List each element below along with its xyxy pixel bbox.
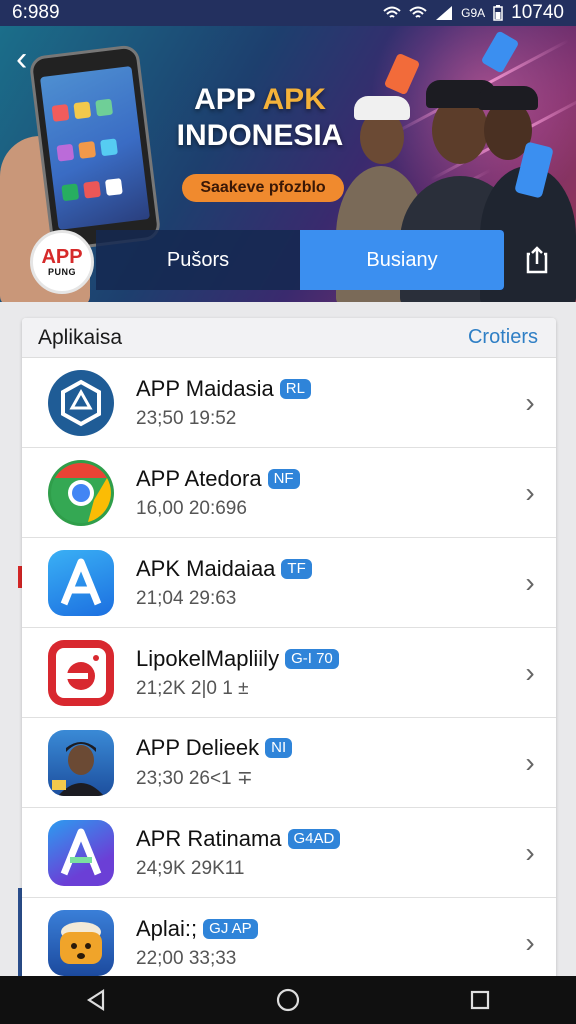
red-camera-icon: [48, 639, 114, 706]
app-logo: APP PUNG: [30, 230, 94, 294]
wifi-icon: [409, 6, 427, 18]
gradient-a-icon: [48, 819, 114, 886]
app-meta: 21;04 29:63: [136, 587, 237, 609]
list-item[interactable]: Aplai:; GJ AP 22;00 33;33 ›: [22, 898, 556, 980]
app-name: Aplai:;: [136, 916, 198, 941]
list-action-link[interactable]: Crotiers: [468, 326, 538, 349]
hexagon-app-icon: [48, 369, 114, 436]
chevron-right-icon: ›: [525, 386, 535, 418]
chevron-right-icon: ›: [525, 927, 535, 958]
list-title: Aplikaisa: [38, 325, 123, 349]
chevron-right-icon: ›: [525, 566, 535, 598]
app-tag: NF: [267, 468, 300, 489]
nav-back-button[interactable]: [76, 980, 116, 1020]
phone-illustration: [28, 44, 162, 252]
list-item[interactable]: LipokelMapliily G-I 70 21;2K 2|0 1 ± ›: [22, 628, 556, 718]
logo-text-bottom: PUNG: [47, 267, 76, 277]
back-button[interactable]: ‹: [16, 42, 27, 76]
app-meta: 22;00 33;33: [136, 948, 237, 969]
chevron-right-icon: ›: [525, 476, 535, 508]
tab-pusors[interactable]: Pušors: [96, 230, 300, 290]
status-bar: 6:989 G9A 10740: [0, 0, 576, 26]
app-tag: G4AD: [287, 828, 341, 849]
list-item[interactable]: APP Maidasia RL 23;50 19:52 ›: [22, 358, 556, 448]
logo-text-top: APP: [41, 246, 83, 268]
list-item[interactable]: APK Maidaiaa TF 21;04 29:63 ›: [22, 538, 556, 628]
chevron-right-icon: ›: [525, 746, 535, 778]
tab-busiany[interactable]: Busiany: [300, 230, 504, 290]
hero-title-apk: APK: [262, 83, 326, 116]
status-time: 6:989: [12, 2, 60, 23]
recents-square-icon: [470, 990, 490, 1010]
app-name: APP Atedora: [136, 465, 262, 491]
app-name: APP Maidasia: [136, 375, 274, 401]
app-tag: GJ AP: [203, 919, 258, 939]
home-circle-icon: [276, 988, 300, 1012]
list-item[interactable]: APP Delieek NI 23;30 26<1 ∓ ›: [22, 718, 556, 808]
chevron-right-icon: ›: [525, 836, 535, 868]
network-label: G9A: [461, 6, 486, 20]
hero-title: APP APK INDONESIA: [160, 82, 360, 154]
app-meta: 24;9K 29K11: [136, 857, 245, 879]
app-meta: 21;2K 2|0 1 ±: [136, 677, 249, 699]
app-tag: TF: [281, 558, 312, 579]
list-item[interactable]: APR Ratinama G4AD 24;9K 29K11 ›: [22, 808, 556, 898]
nav-recents-button[interactable]: [460, 980, 500, 1020]
signal-icon: [436, 6, 453, 20]
app-tag: NI: [265, 738, 293, 758]
app-name: APK Maidaiaa: [136, 555, 276, 581]
status-clock: 10740: [511, 2, 564, 23]
system-nav-bar: [0, 976, 576, 1024]
app-meta: 23;30 26<1 ∓: [136, 768, 253, 789]
list-item[interactable]: APP Atedora NF 16,00 20:696 ›: [22, 448, 556, 538]
app-meta: 16,00 20:696: [136, 497, 247, 519]
chrome-icon: [48, 459, 114, 526]
chevron-right-icon: ›: [525, 656, 535, 688]
app-meta: 23;50 19:52: [136, 407, 237, 429]
nav-home-button[interactable]: [268, 980, 308, 1020]
hero-title-app: APP: [194, 83, 256, 116]
app-tag: G-I 70: [285, 648, 339, 669]
a-letter-icon: [48, 549, 114, 616]
tab-bar: Pušors Busiany: [96, 230, 504, 290]
app-list-card: Aplikaisa Crotiers APP Maidasia RL 23;50 …: [22, 318, 556, 980]
app-tag: RL: [279, 378, 311, 399]
share-icon[interactable]: [524, 246, 550, 274]
rice-cooker-icon: [48, 910, 114, 976]
app-name: APR Ratinama: [136, 825, 282, 851]
hero-subtitle-pill: Saakeve pfozblo: [182, 174, 344, 202]
wifi-icon: [383, 6, 401, 18]
man-portrait-icon: [48, 729, 114, 796]
back-triangle-icon: [86, 989, 105, 1011]
battery-icon: [493, 5, 503, 21]
status-icons: G9A 10740: [383, 2, 564, 24]
app-name: LipokelMapliily: [136, 645, 280, 671]
list-header: Aplikaisa Crotiers: [22, 318, 556, 358]
hero-title-indonesia: INDONESIA: [176, 119, 344, 152]
app-name: APP Delieek: [136, 735, 260, 760]
hero-banner: ‹ APP APK INDONESIA Saakeve pfozblo APP …: [0, 26, 576, 302]
